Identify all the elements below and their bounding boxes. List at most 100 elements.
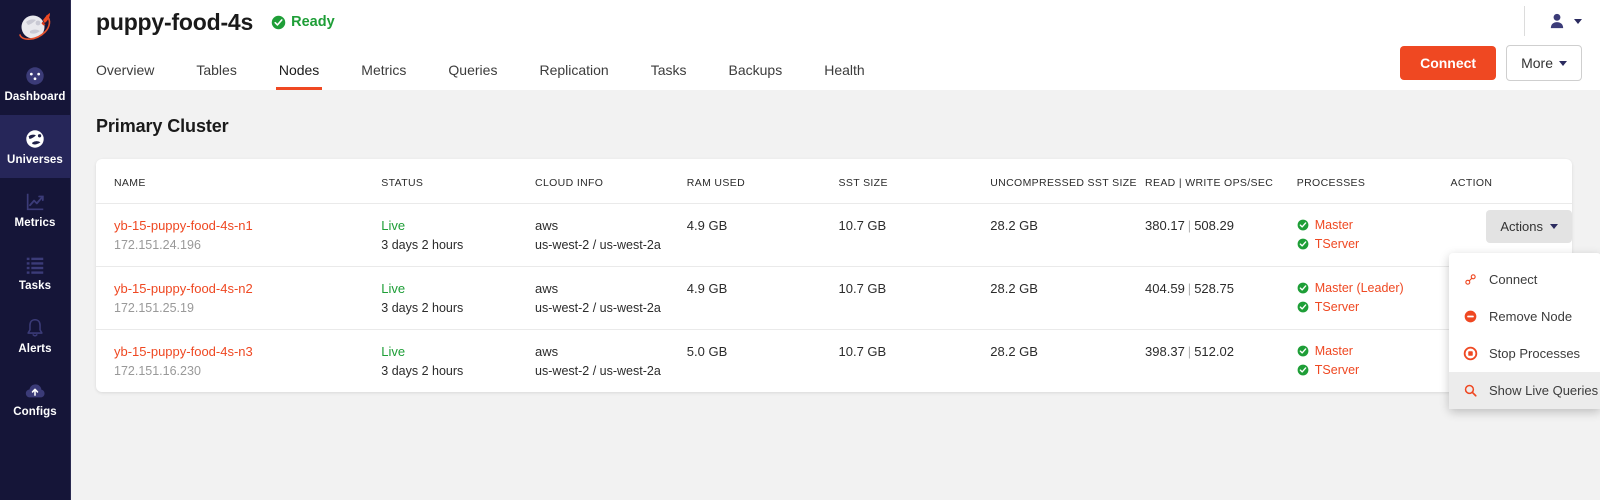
cell-sst-size: 10.7 GB <box>839 204 991 267</box>
link-icon <box>1463 272 1478 287</box>
universe-tabs: Overview Tables Nodes Metrics Queries Re… <box>96 44 907 90</box>
section-title: Primary Cluster <box>96 116 1572 137</box>
tab-replication[interactable]: Replication <box>539 62 608 90</box>
sidebar-item-tasks[interactable]: Tasks <box>0 241 71 304</box>
ops-separator: | <box>1185 344 1194 359</box>
check-circle-icon <box>1297 301 1309 313</box>
write-ops: 512.02 <box>1194 344 1234 359</box>
chevron-down-icon <box>1550 224 1558 229</box>
col-header-uncompressed-sst-size: UNCOMPRESSED SST SIZE <box>990 159 1145 204</box>
process-label: TServer <box>1315 300 1359 314</box>
tab-metrics[interactable]: Metrics <box>361 62 406 90</box>
sidebar-item-universes[interactable]: Universes <box>0 115 71 178</box>
process-master: Master (Leader) <box>1297 281 1451 295</box>
sidebar-label-alerts: Alerts <box>18 343 51 355</box>
cell-status: Live 3 days 2 hours <box>381 204 535 267</box>
cloud-provider: aws <box>535 218 687 233</box>
sidebar-label-dashboard: Dashboard <box>5 91 66 103</box>
more-button[interactable]: More <box>1506 45 1582 81</box>
menu-item-show-live-queries[interactable]: Show Live Queries <box>1449 372 1600 409</box>
col-header-action: ACTION <box>1451 159 1572 204</box>
col-header-sst-size: SST SIZE <box>839 159 991 204</box>
sidebar-label-configs: Configs <box>13 406 57 418</box>
tab-tasks[interactable]: Tasks <box>651 62 687 90</box>
node-status: Live <box>381 344 535 359</box>
actions-button-label: Actions <box>1500 219 1543 234</box>
node-ip: 172.151.24.196 <box>114 238 381 252</box>
check-circle-icon <box>1297 238 1309 250</box>
sidebar-label-tasks: Tasks <box>19 280 51 292</box>
process-master: Master <box>1297 344 1451 358</box>
connect-button[interactable]: Connect <box>1400 46 1496 80</box>
cell-cloud-info: aws us-west-2 / us-west-2a <box>535 267 687 330</box>
sidebar-item-metrics[interactable]: Metrics <box>0 178 71 241</box>
bell-icon <box>24 317 46 339</box>
tab-nodes[interactable]: Nodes <box>279 62 319 90</box>
cell-processes: Master TServer <box>1297 330 1451 393</box>
menu-item-connect[interactable]: Connect <box>1449 261 1600 298</box>
cell-name: yb-15-puppy-food-4s-n3 172.151.16.230 <box>96 330 381 393</box>
main-area: puppy-food-4s Ready <box>71 0 1600 500</box>
cell-status: Live 3 days 2 hours <box>381 267 535 330</box>
cell-cloud-info: aws us-west-2 / us-west-2a <box>535 330 687 393</box>
status-badge: Ready <box>271 14 335 30</box>
chart-line-icon <box>24 191 46 213</box>
app-root: Dashboard Universes Metrics <box>0 0 1600 500</box>
process-tserver: TServer <box>1297 300 1451 314</box>
menu-item-label: Show Live Queries <box>1489 383 1598 398</box>
table-row: yb-15-puppy-food-4s-n1 172.151.24.196 Li… <box>96 204 1572 267</box>
sidebar: Dashboard Universes Metrics <box>0 0 71 500</box>
globe-icon <box>24 128 46 150</box>
process-label: Master <box>1315 344 1353 358</box>
speedometer-icon <box>24 65 46 87</box>
cloud-region: us-west-2 / us-west-2a <box>535 364 687 378</box>
cell-processes: Master TServer <box>1297 204 1451 267</box>
tab-health[interactable]: Health <box>824 62 864 90</box>
cell-uncompressed-sst-size: 28.2 GB <box>990 330 1145 393</box>
check-circle-icon <box>1297 219 1309 231</box>
sidebar-item-dashboard[interactable]: Dashboard <box>0 52 71 115</box>
sidebar-label-universes: Universes <box>7 154 63 166</box>
cell-ram-used: 4.9 GB <box>687 204 839 267</box>
tab-overview[interactable]: Overview <box>96 62 154 90</box>
node-name-link[interactable]: yb-15-puppy-food-4s-n3 <box>114 344 381 359</box>
status-badge-label: Ready <box>291 14 335 30</box>
app-logo[interactable] <box>0 0 71 52</box>
sidebar-item-configs[interactable]: Configs <box>0 367 71 430</box>
cell-name: yb-15-puppy-food-4s-n2 172.151.25.19 <box>96 267 381 330</box>
sidebar-item-alerts[interactable]: Alerts <box>0 304 71 367</box>
cell-status: Live 3 days 2 hours <box>381 330 535 393</box>
process-master: Master <box>1297 218 1451 232</box>
cell-ram-used: 4.9 GB <box>687 267 839 330</box>
col-header-status: STATUS <box>381 159 535 204</box>
nodes-table-card: NAME STATUS CLOUD INFO RAM USED SST SIZE… <box>96 159 1572 392</box>
tab-tables[interactable]: Tables <box>196 62 236 90</box>
table-row: yb-15-puppy-food-4s-n3 172.151.16.230 Li… <box>96 330 1572 393</box>
cell-read-write-ops: 398.37|512.02 <box>1145 330 1297 393</box>
node-name-link[interactable]: yb-15-puppy-food-4s-n1 <box>114 218 381 233</box>
menu-item-stop-processes[interactable]: Stop Processes <box>1449 335 1600 372</box>
cell-uncompressed-sst-size: 28.2 GB <box>990 267 1145 330</box>
process-label: TServer <box>1315 237 1359 251</box>
col-header-cloud-info: CLOUD INFO <box>535 159 687 204</box>
process-label: Master (Leader) <box>1315 281 1404 295</box>
user-menu[interactable] <box>1524 6 1582 36</box>
process-label: Master <box>1315 218 1353 232</box>
actions-button[interactable]: Actions <box>1486 210 1572 243</box>
content-area: Primary Cluster NAME STATUS CLOUD INFO R… <box>71 90 1600 392</box>
menu-item-remove-node[interactable]: Remove Node <box>1449 298 1600 335</box>
tab-queries[interactable]: Queries <box>448 62 497 90</box>
ops-separator: | <box>1185 281 1194 296</box>
tab-backups[interactable]: Backups <box>729 62 783 90</box>
cell-uncompressed-sst-size: 28.2 GB <box>990 204 1145 267</box>
menu-item-label: Remove Node <box>1489 309 1572 324</box>
cell-sst-size: 10.7 GB <box>839 330 991 393</box>
stop-circle-icon <box>1463 346 1478 361</box>
node-name-link[interactable]: yb-15-puppy-food-4s-n2 <box>114 281 381 296</box>
ops-separator: | <box>1185 218 1194 233</box>
cell-sst-size: 10.7 GB <box>839 267 991 330</box>
magnifier-icon <box>1463 383 1478 398</box>
check-circle-icon <box>1297 282 1309 294</box>
sidebar-label-metrics: Metrics <box>15 217 56 229</box>
cell-processes: Master (Leader) TServer <box>1297 267 1451 330</box>
